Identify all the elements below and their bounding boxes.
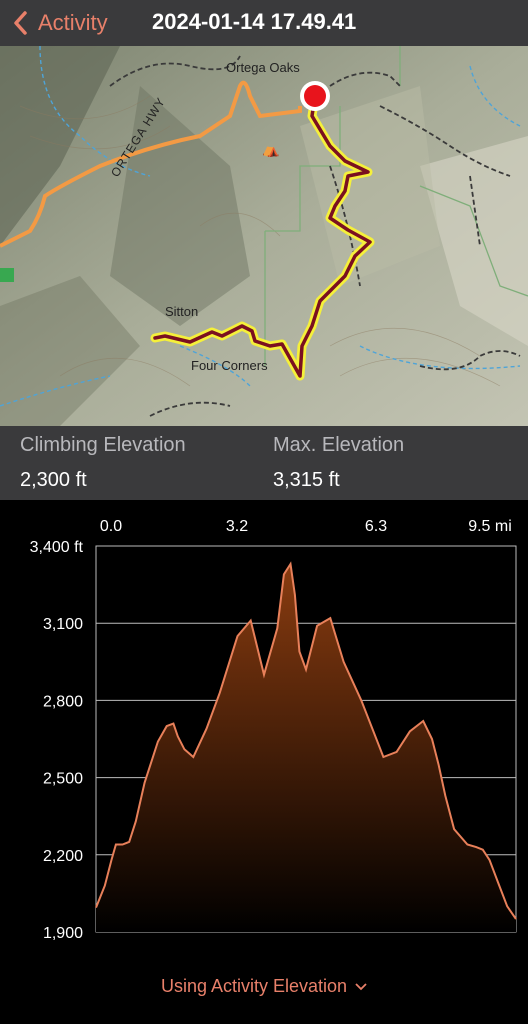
climbing-elevation-value: 2,300 ft bbox=[20, 469, 87, 491]
max-elevation-stat: Max. Elevation 3,315 ft bbox=[273, 434, 404, 492]
elevation-area bbox=[96, 564, 516, 932]
max-elevation-value: 3,315 ft bbox=[273, 469, 340, 491]
y-tick-label: 2,800 bbox=[43, 693, 83, 710]
y-tick-label: 2,500 bbox=[43, 771, 83, 788]
map-label-sitton: Sitton bbox=[165, 304, 199, 319]
page-title: 2024-01-14 17.49.41 bbox=[152, 9, 357, 34]
max-elevation-label: Max. Elevation bbox=[273, 434, 405, 456]
stats-panel: Climbing Elevation 2,300 ft Max. Elevati… bbox=[0, 426, 528, 500]
map-label-four-corners: Four Corners bbox=[191, 358, 268, 373]
elevation-chart[interactable]: 0.0 3.2 6.3 9.5 mi 3,400 ft 3,100 2,800 2,500 2… bbox=[0, 500, 528, 970]
y-tick-label: 2,200 bbox=[43, 848, 83, 865]
back-button[interactable]: Activity bbox=[10, 8, 108, 38]
elevation-source-label: Using Activity Elevation bbox=[160, 976, 348, 996]
x-tick-label: 6.3 bbox=[365, 518, 387, 535]
climbing-elevation-stat: Climbing Elevation 2,300 ft bbox=[20, 434, 186, 492]
y-tick-label: 3,400 ft bbox=[30, 539, 84, 556]
campground-icon: ⛺ bbox=[262, 142, 279, 158]
elevation-source-selector[interactable]: Using Activity Elevation bbox=[0, 976, 528, 997]
route-map[interactable]: ⛺ Ortega Oaks ORTEGA HWY Sitton Four Cor… bbox=[0, 46, 528, 426]
y-tick-label: 3,100 bbox=[43, 616, 83, 633]
highway-shield bbox=[0, 268, 14, 282]
y-tick-label: 1,900 bbox=[43, 925, 83, 942]
elevation-chart-svg: 0.0 3.2 6.3 9.5 mi 3,400 ft 3,100 2,800 2,500 2… bbox=[30, 518, 517, 942]
x-tick-label: 3.2 bbox=[226, 518, 248, 535]
x-tick-label: 0.0 bbox=[100, 518, 122, 535]
chevron-down-icon bbox=[355, 983, 367, 991]
nav-bar: Activity 2024-01-14 17.49.41 bbox=[0, 0, 528, 46]
chevron-left-icon bbox=[14, 11, 27, 35]
back-label: Activity bbox=[38, 10, 108, 35]
x-tick-label: 9.5 mi bbox=[468, 518, 512, 535]
climbing-elevation-label: Climbing Elevation bbox=[20, 434, 186, 456]
map-label-ortega-oaks: Ortega Oaks bbox=[226, 60, 300, 75]
start-marker-dot bbox=[304, 85, 326, 107]
